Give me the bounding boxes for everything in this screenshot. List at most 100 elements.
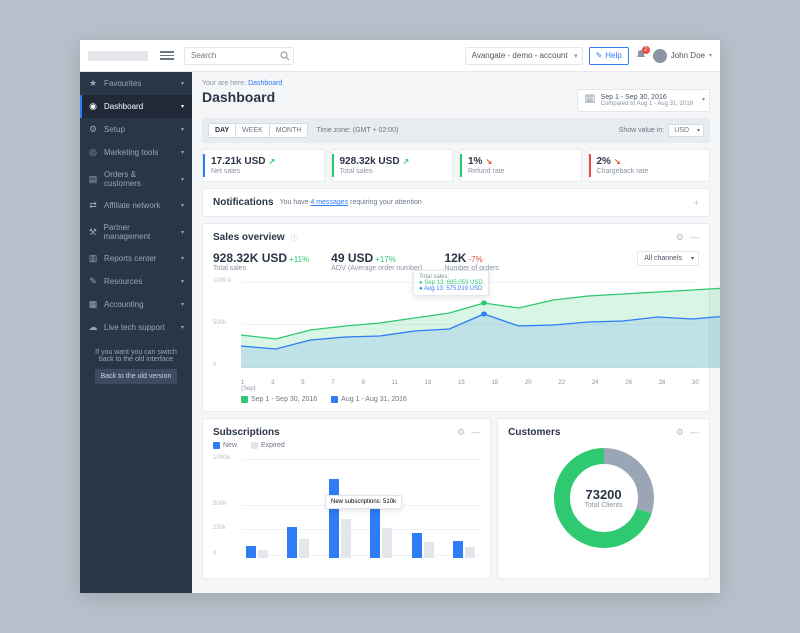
kpi-row: 17.21k USD ↗Net sales928.32k USD ↗Total … xyxy=(202,149,710,182)
sidebar-item-label: Live tech support xyxy=(104,323,165,332)
subs-title: Subscriptions xyxy=(213,427,280,438)
overview-stat: 49 USD+17%AOV (Average order number) xyxy=(331,251,422,272)
sidebar-icon: ☁ xyxy=(88,322,98,333)
bar-new[interactable] xyxy=(246,546,256,558)
bar-expired[interactable] xyxy=(258,550,268,558)
subs-legend: New Expired xyxy=(213,442,480,449)
notifications-msg: You have 4 messages requiring your atten… xyxy=(280,199,422,206)
user-name: John Doe xyxy=(671,51,705,60)
subs-chart: 1000K 500K 250k 0 New subscriptions: 510… xyxy=(213,455,480,570)
bar-new[interactable] xyxy=(453,541,463,558)
sidebar-icon: ◉ xyxy=(88,101,98,112)
bar-expired[interactable] xyxy=(382,528,392,558)
bar-new[interactable] xyxy=(412,533,422,558)
sidebar-icon: ◎ xyxy=(88,147,98,158)
bar-expired[interactable] xyxy=(424,542,434,558)
sidebar-item-marketing-tools[interactable]: ◎Marketing tools▾ xyxy=(80,141,192,164)
x-tick: 28 xyxy=(659,380,666,386)
back-old-version-button[interactable]: Back to the old version xyxy=(95,369,178,384)
topbar: Avangate - demo - account ✎Help 2 John D… xyxy=(80,40,720,72)
seg-week[interactable]: WEEK xyxy=(235,124,269,137)
sidebar-item-favourites[interactable]: ★Favourites▾ xyxy=(80,72,192,95)
x-tick: 1 xyxy=(241,380,244,386)
y-tick: 0 xyxy=(213,551,216,557)
app-window: Avangate - demo - account ✎Help 2 John D… xyxy=(80,40,720,593)
y-tick: 1000 k xyxy=(213,278,231,284)
sidebar-item-resources[interactable]: ✎Resources▾ xyxy=(80,270,192,293)
x-tick: 9 xyxy=(361,380,364,386)
bar-group xyxy=(324,479,356,558)
sidebar-icon: ▤ xyxy=(88,174,98,185)
minimize-icon[interactable]: — xyxy=(690,232,699,243)
sidebar-icon: ⚙ xyxy=(88,124,98,135)
sidebar-icon: ★ xyxy=(88,78,98,89)
date-range-selector[interactable]: 🗓 Sep 1 - Sep 30, 2016 Compared to Aug 1… xyxy=(577,89,710,112)
x-tick: 7 xyxy=(331,380,334,386)
sidebar-item-reports-center[interactable]: ▥Reports center▾ xyxy=(80,247,192,270)
customers-donut: 73200 Total Clients 30% 70% xyxy=(508,438,699,558)
seg-day[interactable]: DAY xyxy=(209,124,235,137)
sidebar-item-label: Setup xyxy=(104,125,125,134)
sidebar-item-accounting[interactable]: ▦Accounting▾ xyxy=(80,293,192,316)
bar-expired[interactable] xyxy=(299,539,309,558)
minimize-icon[interactable]: — xyxy=(471,427,480,438)
chevron-down-icon: ▾ xyxy=(181,80,184,87)
sidebar-item-setup[interactable]: ⚙Setup▾ xyxy=(80,118,192,141)
sidebar: ★Favourites▾◉Dashboard▾⚙Setup▾◎Marketing… xyxy=(80,72,192,593)
bar-group xyxy=(366,509,398,558)
settings-icon[interactable]: ⚙ xyxy=(676,427,684,438)
overview-stat: 12K-7%Number of orders xyxy=(444,251,498,272)
user-menu[interactable]: John Doe ▾ xyxy=(653,49,712,63)
bar-new[interactable] xyxy=(370,509,380,558)
bar-expired[interactable] xyxy=(465,547,475,558)
sidebar-item-label: Partner management xyxy=(104,223,175,241)
minimize-icon[interactable]: — xyxy=(690,427,699,438)
page-title: Dashboard xyxy=(202,89,275,105)
chevron-down-icon: ▾ xyxy=(181,202,184,209)
breadcrumb-link[interactable]: Dashboard xyxy=(248,80,282,87)
account-selector[interactable]: Avangate - demo - account xyxy=(465,47,583,65)
sidebar-item-dashboard[interactable]: ◉Dashboard▾ xyxy=(80,95,192,118)
seg-month[interactable]: MONTH xyxy=(269,124,308,137)
bar-new[interactable] xyxy=(329,479,339,558)
hamburger-icon[interactable] xyxy=(160,51,174,60)
sidebar-item-partner-management[interactable]: ⚒Partner management▾ xyxy=(80,217,192,247)
sidebar-item-orders-&-customers[interactable]: ▤Orders & customers▾ xyxy=(80,164,192,194)
show-value-label: Show value in: xyxy=(619,127,665,134)
notifications-button[interactable]: 2 xyxy=(635,49,647,63)
bar-new[interactable] xyxy=(287,527,297,558)
kpi-value: 17.21k USD ↗ xyxy=(211,156,316,167)
sidebar-item-live-tech-support[interactable]: ☁Live tech support▾ xyxy=(80,316,192,339)
expand-icon[interactable]: + xyxy=(694,198,699,208)
y-tick: 1000K xyxy=(213,455,230,461)
info-icon[interactable]: ⓘ xyxy=(291,233,298,243)
topbar-right: Avangate - demo - account ✎Help 2 John D… xyxy=(465,47,712,65)
channel-selector[interactable]: All channels xyxy=(637,251,699,266)
bar-expired[interactable] xyxy=(341,519,351,558)
kpi-card: 1% ↘Refund rate xyxy=(459,149,582,182)
sidebar-item-affiliate-network[interactable]: ⇄ Affiliate network ▾ xyxy=(80,194,192,217)
search-icon xyxy=(280,51,290,61)
kpi-card: 2% ↘Chargeback rate xyxy=(588,149,711,182)
customers-sub: Total Clients xyxy=(585,502,623,509)
sidebar-icon: ▥ xyxy=(88,253,98,264)
sidebar-icon: ⇄ xyxy=(88,200,98,211)
kpi-card: 17.21k USD ↗Net sales xyxy=(202,149,325,182)
donut-pct-2: 70% xyxy=(663,533,677,540)
currency-selector[interactable]: USD xyxy=(668,124,704,137)
kpi-label: Refund rate xyxy=(468,168,573,175)
sidebar-item-label: Affiliate network xyxy=(104,201,160,210)
chevron-down-icon: ▾ xyxy=(181,255,184,262)
logo xyxy=(88,51,148,61)
settings-icon[interactable]: ⚙ xyxy=(676,232,684,243)
customers-total: 73200 xyxy=(585,487,623,502)
x-tick: 24 xyxy=(592,380,599,386)
x-tick: 15 xyxy=(458,380,465,386)
customers-card: Customers ⚙— 73200 Total Clients 30% xyxy=(497,418,710,579)
search-input[interactable] xyxy=(184,47,294,65)
settings-icon[interactable]: ⚙ xyxy=(457,427,465,438)
notifications-link[interactable]: 4 messages xyxy=(310,199,348,206)
help-button[interactable]: ✎Help xyxy=(589,47,629,65)
chevron-down-icon: ▾ xyxy=(181,149,184,156)
sidebar-item-label: Orders & customers xyxy=(104,170,175,188)
